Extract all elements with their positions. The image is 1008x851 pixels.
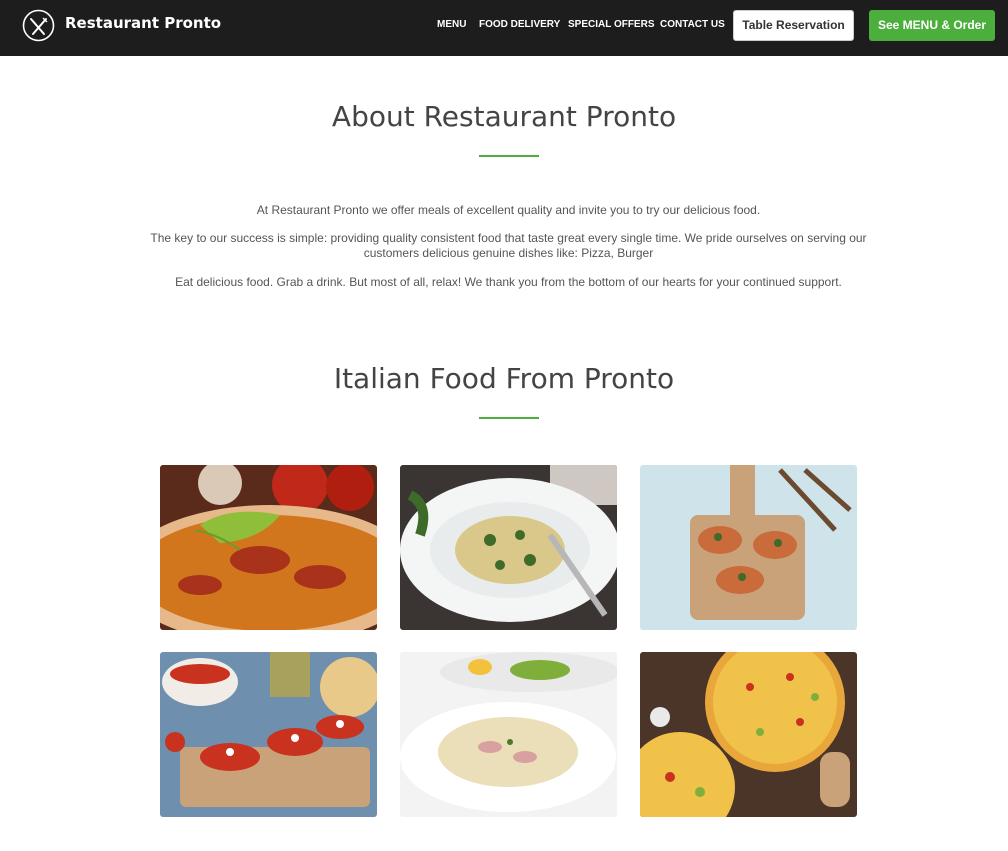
bruschetta-tomato-image[interactable] [160,652,377,817]
fork-knife-icon[interactable] [22,9,55,42]
pasta-image[interactable] [400,465,617,630]
table-reservation-button[interactable]: Table Reservation [733,10,854,41]
about-title-divider [479,155,539,157]
carbonara-image[interactable] [400,652,617,817]
about-title: About Restaurant Pronto [331,100,677,133]
gallery-title: Italian Food From Pronto [333,362,675,395]
pizzas-table-image[interactable] [640,652,857,817]
brand-name[interactable]: Restaurant Pronto [65,14,221,32]
nav-contact-us[interactable]: CONTACT US [660,19,725,30]
about-paragraph-2: The key to our success is simple: provid… [150,231,867,260]
top-navbar: Restaurant Pronto MENU FOOD DELIVERY SPE… [0,0,1008,56]
pizza-image[interactable] [160,465,377,630]
bruschetta-board-image[interactable] [640,465,857,630]
gallery-title-divider [479,417,539,419]
about-paragraph-3: Eat delicious food. Grab a drink. But mo… [175,275,842,289]
about-paragraph-1: At Restaurant Pronto we offer meals of e… [256,203,761,217]
nav-menu[interactable]: MENU [437,19,466,30]
see-menu-order-button[interactable]: See MENU & Order [869,10,995,41]
nav-special-offers[interactable]: SPECIAL OFFERS [568,19,655,30]
nav-food-delivery[interactable]: FOOD DELIVERY [479,19,560,30]
